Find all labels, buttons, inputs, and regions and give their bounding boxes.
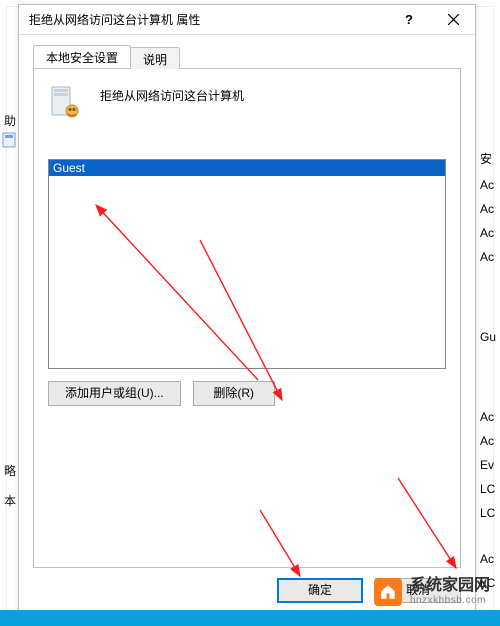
bg-item: Ac xyxy=(480,178,494,192)
close-button[interactable] xyxy=(431,5,475,35)
users-listbox[interactable]: Guest xyxy=(48,159,446,369)
bg-item: Ac xyxy=(480,250,494,264)
bg-item: LC xyxy=(480,506,495,520)
policy-icon xyxy=(48,85,86,127)
bg-item: Ev xyxy=(480,458,494,472)
bg-item: Ac xyxy=(480,226,494,240)
policy-header: 拒绝从网络访问这台计算机 xyxy=(48,85,446,127)
bg-item: Ac xyxy=(480,434,494,448)
tab-local-security[interactable]: 本地安全设置 xyxy=(33,45,131,68)
background-right-panel: 安 Ac Ac Ac Ac Gu Ac Ac Ev LC LC Ac LC xyxy=(476,50,500,590)
bg-left-item: 助 xyxy=(4,112,16,129)
bg-item: Ac xyxy=(480,552,494,566)
tabstrip: 本地安全设置 说明 xyxy=(33,45,461,69)
window-title: 拒绝从网络访问这台计算机 属性 xyxy=(29,11,387,28)
bg-left-item: 略 xyxy=(4,462,16,479)
help-button[interactable]: ? xyxy=(387,5,431,35)
bg-item: Ac xyxy=(480,410,494,424)
bg-item: 安 xyxy=(480,150,492,167)
list-buttons: 添加用户或组(U)... 删除(R) xyxy=(48,381,446,406)
titlebar[interactable]: 拒绝从网络访问这台计算机 属性 ? xyxy=(19,5,475,35)
bg-item: LC xyxy=(480,482,495,496)
watermark-title: 系统家园网 xyxy=(410,577,490,595)
add-user-button[interactable]: 添加用户或组(U)... xyxy=(48,381,181,406)
remove-button[interactable]: 删除(R) xyxy=(193,381,275,406)
taskbar xyxy=(0,610,500,626)
policy-title: 拒绝从网络访问这台计算机 xyxy=(100,85,244,104)
properties-dialog: 拒绝从网络访问这台计算机 属性 ? 本地安全设置 说明 xyxy=(18,4,476,616)
watermark-url: hnzxkhbsb.com xyxy=(410,595,486,606)
list-item[interactable]: Guest xyxy=(49,160,445,176)
bg-item: Ac xyxy=(480,202,494,216)
watermark-logo xyxy=(374,578,402,606)
bg-left-item: 本 xyxy=(4,492,16,509)
toolbar-icon xyxy=(2,132,16,148)
house-icon xyxy=(379,583,397,601)
close-icon xyxy=(448,14,459,25)
ok-button[interactable]: 确定 xyxy=(277,578,363,603)
tab-explain[interactable]: 说明 xyxy=(130,47,180,69)
watermark: 系统家园网 hnzxkhbsb.com xyxy=(374,577,490,606)
bg-item: Gu xyxy=(480,330,496,344)
tab-panel: 拒绝从网络访问这台计算机 Guest 添加用户或组(U)... 删除(R) xyxy=(33,69,461,568)
background-left-panel: 助 略 本 xyxy=(0,100,18,580)
